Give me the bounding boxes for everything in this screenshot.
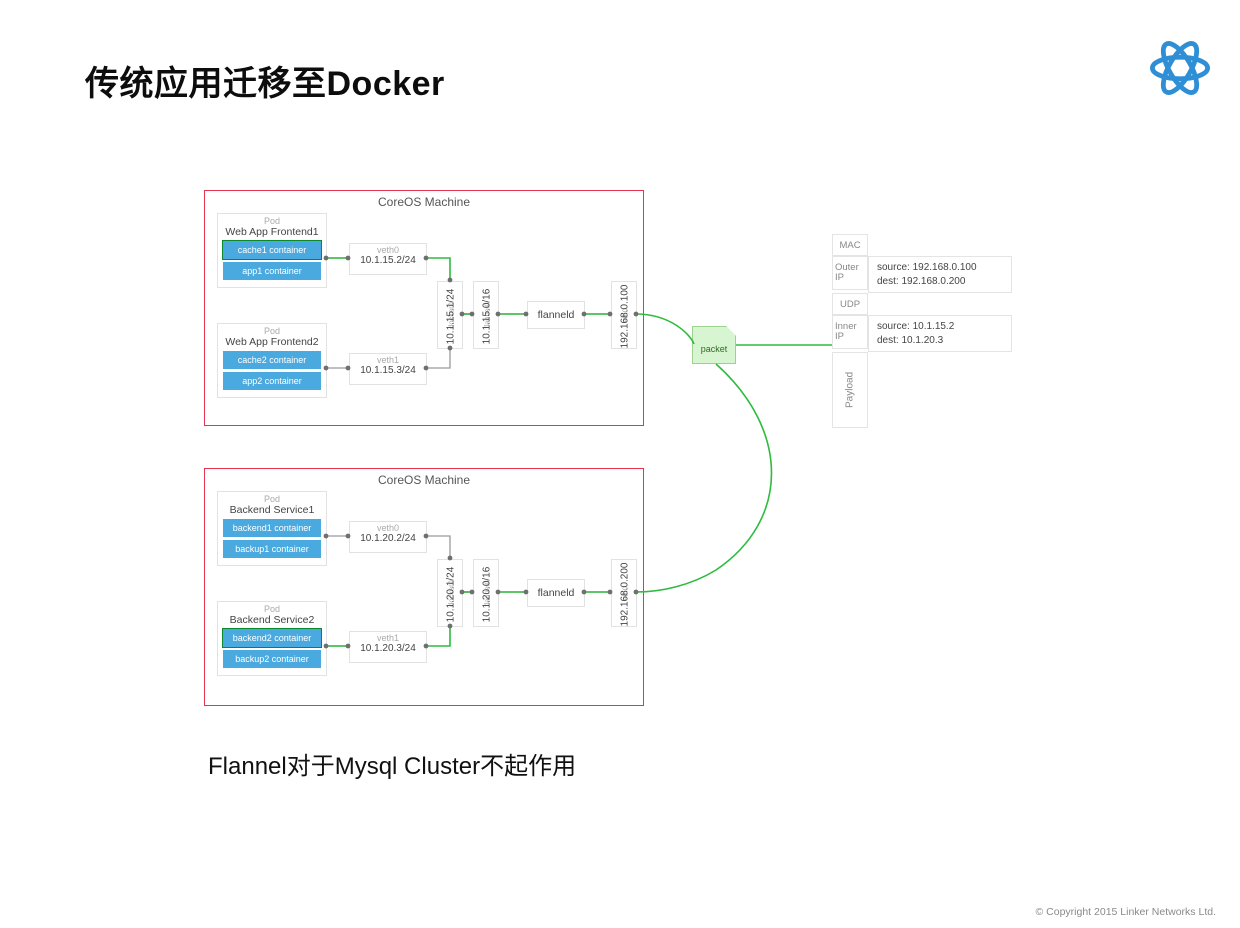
machine2-title: CoreOS Machine [378,473,470,487]
docker0-box-m2: docker0 10.1.20.1/24 [437,559,463,627]
veth0-ip: 10.1.20.2/24 [350,533,426,544]
slide-caption: Flannel对于Mysql Cluster不起作用 [208,746,576,781]
veth0-box-m2: veth0 10.1.20.2/24 [349,521,427,553]
pstack-innerip-body: source: 10.1.15.2 dest: 10.1.20.3 [868,315,1012,352]
cache1-container: cache1 container [223,241,321,259]
pod-backend-service2: Pod Backend Service2 backend2 container … [217,601,327,676]
linker-logo-icon [1150,38,1210,98]
pstack-udp: UDP [832,293,868,315]
outerip-src: source: 192.168.0.100 [877,261,1003,275]
docker0-ip: 10.1.20.1/24 [446,562,457,628]
coreos-machine-2: CoreOS Machine Pod Backend Service1 back… [204,468,644,706]
pstack-outerip-label: Outer IP [832,256,868,290]
eth0-box-m1: eth0 192.168.0.100 [611,281,637,349]
pstack-outerip-body: source: 192.168.0.100 dest: 192.168.0.20… [868,256,1012,293]
pstack-payload: Payload [832,352,868,428]
slide-title: 传统应用迁移至Docker [85,56,445,105]
eth0-ip: 192.168.0.100 [620,276,631,358]
pod-name: Backend Service2 [218,614,326,626]
eth0-ip: 192.168.0.200 [620,554,631,636]
veth0-ip: 10.1.15.2/24 [350,255,426,266]
veth1-box-m1: veth1 10.1.15.3/24 [349,353,427,385]
docker0-box-m1: docker0 10.1.15.1/24 [437,281,463,349]
flannel0-box-m1: flannel0 10.1.15.0/16 [473,281,499,349]
pod-name: Web App Frontend2 [218,336,326,348]
flanneld-box-m2: flanneld [527,579,585,607]
network-wires [0,0,1240,928]
veth1-box-m2: veth1 10.1.20.3/24 [349,631,427,663]
pod-web-app-frontend1: Pod Web App Frontend1 cache1 container a… [217,213,327,288]
pstack-mac: MAC [832,234,868,256]
pod-name: Web App Frontend1 [218,226,326,238]
veth1-ip: 10.1.20.3/24 [350,643,426,654]
pod-label: Pod [218,494,326,504]
flannel0-box-m2: flannel0 10.1.20.0/16 [473,559,499,627]
innerip-dst: dest: 10.1.20.3 [877,334,1003,348]
pod-backend-service1: Pod Backend Service1 backend1 container … [217,491,327,566]
backend2-container: backend2 container [223,629,321,647]
pod-label: Pod [218,604,326,614]
coreos-machine-1: CoreOS Machine Pod Web App Frontend1 cac… [204,190,644,426]
machine1-title: CoreOS Machine [378,195,470,209]
pod-web-app-frontend2: Pod Web App Frontend2 cache2 container a… [217,323,327,398]
pod-label: Pod [218,326,326,336]
flannel0-ip: 10.1.15.0/16 [482,284,493,350]
veth0-label: veth0 [350,245,426,255]
backend1-container: backend1 container [223,519,321,537]
packet-structure: MAC Outer IP source: 192.168.0.100 dest:… [832,234,1012,428]
pod-name: Backend Service1 [218,504,326,516]
eth0-box-m2: eth0 192.168.0.200 [611,559,637,627]
pstack-innerip-label: Inner IP [832,315,868,349]
docker0-ip: 10.1.15.1/24 [446,284,457,350]
cache2-container: cache2 container [223,351,321,369]
app1-container: app1 container [223,262,321,280]
veth0-box-m1: veth0 10.1.15.2/24 [349,243,427,275]
veth1-label: veth1 [350,633,426,643]
copyright-text: © Copyright 2015 Linker Networks Ltd. [1036,906,1217,918]
innerip-src: source: 10.1.15.2 [877,320,1003,334]
flanneld-box-m1: flanneld [527,301,585,329]
app2-container: app2 container [223,372,321,390]
backup2-container: backup2 container [223,650,321,668]
flannel0-ip: 10.1.20.0/16 [482,562,493,628]
veth0-label: veth0 [350,523,426,533]
packet-icon: packet [692,326,736,364]
veth1-ip: 10.1.15.3/24 [350,365,426,376]
backup1-container: backup1 container [223,540,321,558]
pod-label: Pod [218,216,326,226]
outerip-dst: dest: 192.168.0.200 [877,275,1003,289]
veth1-label: veth1 [350,355,426,365]
